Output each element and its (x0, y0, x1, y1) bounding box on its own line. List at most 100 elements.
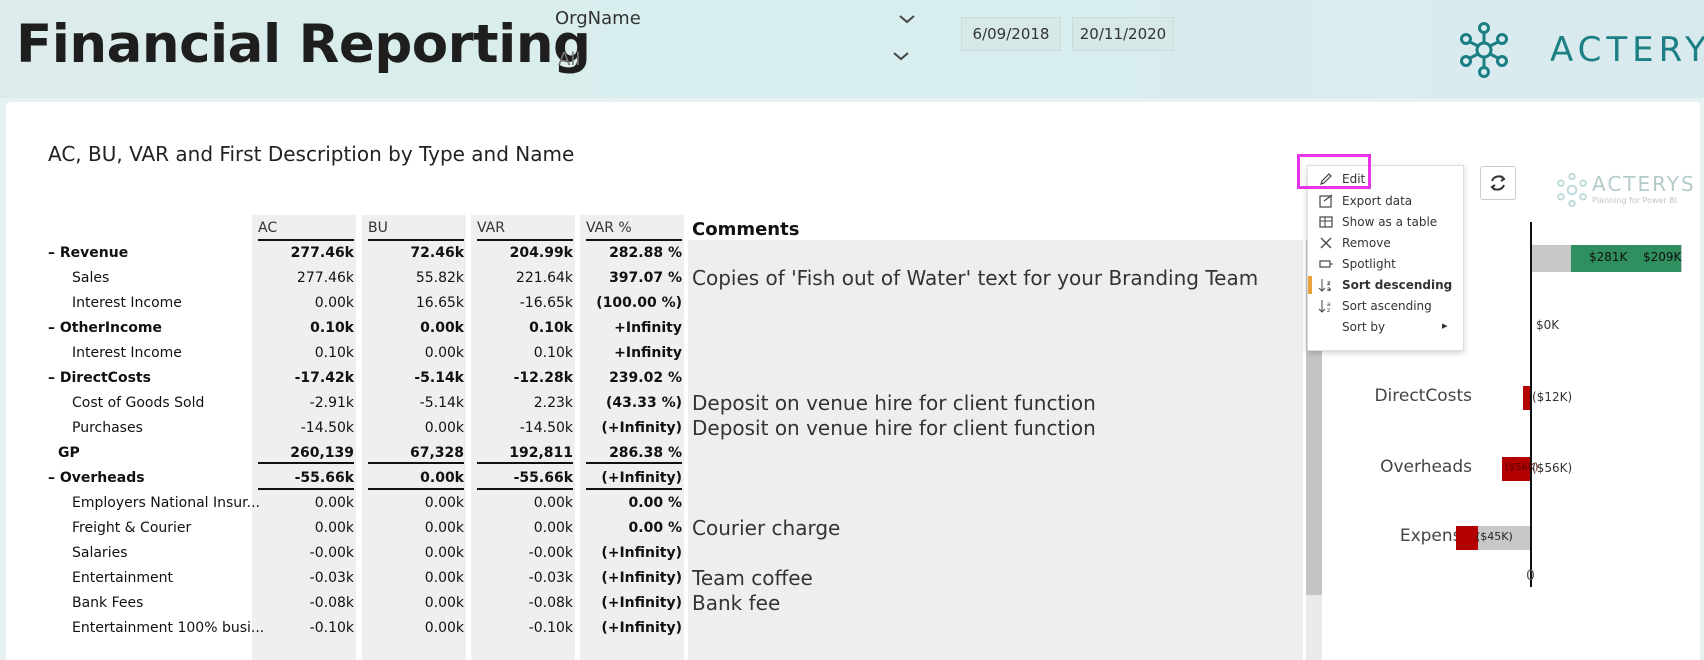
column-header-comments[interactable]: Comments (692, 219, 799, 240)
column-header-ac[interactable]: AC (258, 220, 277, 236)
table-row[interactable]: – Revenue 277.46k 72.46k 204.99k 282.88 % (48, 240, 1298, 267)
column-header-var-percent[interactable]: VAR % (586, 220, 632, 236)
bu-value: 16.65k (415, 295, 464, 311)
table-row[interactable]: Employers National Insur... 0.00k 0.00k 0.0… (48, 490, 1298, 517)
row-label: Interest Income (72, 345, 182, 361)
close-icon (1320, 237, 1332, 249)
var-percent-value: (+Infinity) (601, 620, 682, 636)
table-row[interactable]: Bank Fees -0.08k 0.00k -0.08k (+Infinity) Ban… (48, 590, 1298, 617)
column-header-var[interactable]: VAR (477, 220, 505, 236)
row-label: – OtherIncome (48, 320, 163, 336)
table-row[interactable]: Salaries -0.00k 0.00k -0.00k (+Infinity) (48, 540, 1298, 567)
menu-item-sort-descending[interactable]: za Sort descending (1308, 274, 1465, 296)
bu-value: -5.14k (414, 370, 464, 386)
chevron-down-icon[interactable] (896, 9, 918, 29)
table-row[interactable]: – OtherIncome 0.10k 0.00k 0.10k +Infinity (48, 315, 1298, 342)
menu-item-sort-ascending[interactable]: az Sort ascending (1308, 295, 1465, 317)
ac-value: -2.91k (309, 395, 354, 411)
axis-zero-label: 0 (1526, 568, 1535, 584)
ac-value: -0.08k (309, 595, 354, 611)
column-header-bu[interactable]: BU (368, 220, 388, 236)
revenue-actual-label: $281K (1589, 250, 1628, 264)
row-label: – Overheads (48, 470, 145, 486)
menu-item-export-data[interactable]: Export data (1308, 190, 1465, 212)
var-value: -12.28k (513, 370, 573, 386)
ac-value: 277.46k (290, 245, 354, 261)
var-percent-value: (+Infinity) (601, 570, 682, 586)
row-label: Sales (72, 270, 110, 286)
otherincome-label: $0K (1536, 318, 1560, 332)
table-row[interactable]: Freight & Courier 0.00k 0.00k 0.00k 0.00 % Co… (48, 515, 1298, 542)
row-label: Cost of Goods Sold (72, 395, 205, 411)
bu-value: 0.00k (424, 420, 464, 436)
var-percent-value: 239.02 % (609, 370, 682, 386)
refresh-icon (1490, 175, 1506, 191)
table-row[interactable]: – DirectCosts -17.42k -5.14k -12.28k 239.02 … (48, 365, 1298, 392)
bu-value: -5.14k (419, 395, 464, 411)
menu-item-remove[interactable]: Remove (1308, 232, 1465, 254)
menu-item-show-as-table[interactable]: Show as a table (1308, 211, 1465, 233)
chart-logo-text: ACTERYS (1592, 172, 1696, 196)
date-end-input[interactable]: 20/11/2020 (1072, 17, 1174, 51)
row-label: Salaries (72, 545, 128, 561)
table-row[interactable]: Sales 277.46k 55.82k 221.64k 397.07 % Copies … (48, 265, 1298, 292)
bu-value: 0.00k (424, 595, 464, 611)
menu-item-spotlight[interactable]: Spotlight (1308, 253, 1465, 275)
var-percent-value: (+Infinity) (601, 545, 682, 561)
directcosts-bar[interactable] (1523, 386, 1530, 410)
table-row[interactable]: Interest Income 0.00k 16.65k -16.65k (100.00… (48, 290, 1298, 317)
var-value: 2.23k (533, 395, 573, 411)
gp-rule (586, 462, 682, 464)
table-row[interactable]: Entertainment 100% busi... -0.10k 0.00k -0.… (48, 615, 1298, 642)
var-value: -16.65k (519, 295, 573, 311)
var-percent-value: 0.00 % (628, 520, 682, 536)
var-percent-value: (100.00 %) (596, 295, 682, 311)
table-row[interactable]: Purchases -14.50k 0.00k -14.50k (+Infinity) D… (48, 415, 1298, 442)
chart-watermark-logo: ACTERYS Planning for Power BI (1556, 170, 1701, 210)
row-label: GP (58, 445, 80, 461)
bu-value: 0.00k (424, 620, 464, 636)
row-label: – DirectCosts (48, 370, 151, 386)
expense-actual-bar[interactable] (1456, 526, 1478, 550)
chevron-down-icon[interactable] (890, 46, 912, 66)
ac-value: -14.50k (300, 420, 354, 436)
table-row[interactable]: Cost of Goods Sold -2.91k -5.14k 2.23k (43.3… (48, 390, 1298, 417)
bu-value: 0.00k (424, 495, 464, 511)
date-start-input[interactable]: 6/09/2018 (961, 17, 1061, 51)
var-percent-value: 282.88 % (609, 245, 682, 261)
row-label: Freight & Courier (72, 520, 192, 536)
menu-item-sort-by[interactable]: Sort by ▸ (1308, 316, 1465, 338)
comment-text: Copies of 'Fish out of Water' text for y… (692, 266, 1259, 290)
table-row[interactable]: Entertainment -0.03k 0.00k -0.03k (+Infinity… (48, 565, 1298, 592)
row-label: Bank Fees (72, 595, 144, 611)
gp-rule (586, 488, 682, 490)
table-row[interactable]: Interest Income 0.10k 0.00k 0.10k +Infinity (48, 340, 1298, 367)
menu-item-label: Sort ascending (1342, 299, 1432, 313)
revenue-budget-label: $209K (1643, 250, 1682, 264)
var-value: -0.10k (528, 620, 573, 636)
var-value: -0.03k (528, 570, 573, 586)
var-value: -0.00k (528, 545, 573, 561)
orgname-slicer-value[interactable]: All (558, 49, 580, 70)
comment-text: Deposit on venue hire for client functio… (692, 416, 1096, 440)
ac-value: -17.42k (294, 370, 354, 386)
orgname-slicer-label: OrgName (555, 8, 641, 29)
acterys-logo-text: ACTERYS (1550, 30, 1704, 70)
gp-rule (368, 462, 464, 464)
category-label-expense: Expense (1399, 526, 1472, 546)
var-percent-value: (+Infinity) (601, 595, 682, 611)
page-title: Financial Reporting (16, 14, 591, 75)
row-label: Employers National Insur... (72, 495, 261, 511)
refresh-button[interactable] (1480, 166, 1516, 200)
sort-ascending-icon: az (1318, 300, 1331, 314)
ac-value: -0.03k (309, 570, 354, 586)
menu-item-label: Sort by (1342, 320, 1386, 334)
ac-value: 0.00k (314, 495, 354, 511)
bu-value: 72.46k (410, 245, 464, 261)
comment-text: Courier charge (692, 516, 841, 540)
comment-text: Team coffee (692, 566, 813, 590)
category-label-overheads: Overheads (1380, 457, 1472, 477)
expense-value-label: ($45K) (1476, 530, 1513, 543)
var-value: 221.64k (515, 270, 573, 286)
var-percent-value: (+Infinity) (601, 420, 682, 436)
